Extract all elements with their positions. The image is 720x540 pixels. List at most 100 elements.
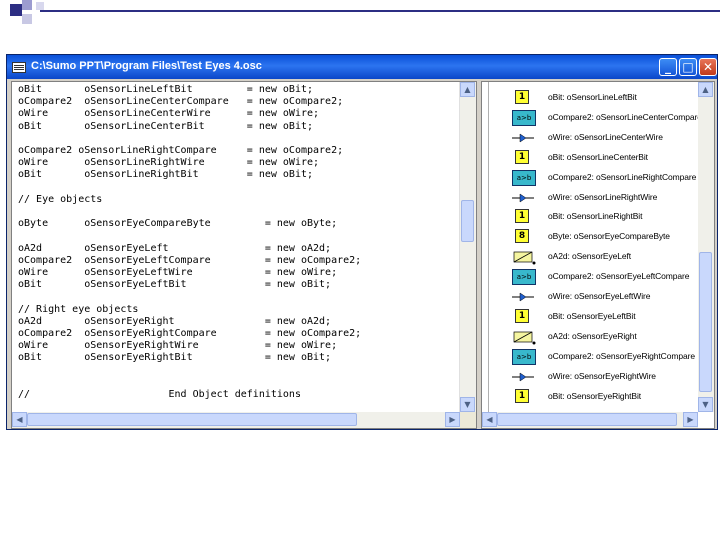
scroll-up-button[interactable]: ▲ (460, 82, 475, 97)
code-line[interactable]: oWire oSensorLineRightWire = new oWire; (18, 157, 361, 169)
minimize-button[interactable]: _ (659, 58, 677, 76)
code-line[interactable]: oCompare2 oSensorEyeLeftCompare = new oC… (18, 255, 361, 267)
object-label: oCompare2: oSensorEyeLeftCompare (548, 271, 690, 282)
scroll-left-button[interactable]: ◀ (12, 412, 27, 427)
object-row[interactable]: a>b oCompare2: oSensorEyeLeftCompare (482, 267, 702, 287)
object-label: oCompare2: oSensorLineCenterCompare (548, 111, 702, 122)
object-view[interactable]: 1 oBit: oSensorLineLeftBit a>b oCompare2: o… (481, 81, 715, 429)
a2d-icon (512, 329, 536, 345)
wire-icon (512, 190, 536, 206)
decor-square (10, 4, 22, 16)
code-line[interactable]: oWire oSensorLineCenterWire = new oWire; (18, 108, 361, 120)
scroll-down-button[interactable]: ▼ (698, 397, 713, 412)
object-row[interactable]: 1 oBit: oSensorEyeRightBit (482, 387, 702, 407)
wire-icon (512, 130, 536, 146)
object-row[interactable]: oWire: oSensorEyeLeftWire (482, 287, 702, 307)
object-label: oCompare2: oSensorEyeRightCompare (548, 350, 695, 361)
decor-square (22, 14, 32, 24)
bit-icon: 8 (515, 229, 529, 244)
object-row[interactable]: oA2d: oSensorEyeRight (482, 327, 702, 347)
code-line[interactable] (18, 182, 361, 194)
code-line[interactable]: // End Object definitions (18, 389, 361, 401)
scroll-thumb[interactable] (497, 413, 677, 426)
object-row[interactable]: oWire: oSensorLineCenterWire (482, 128, 702, 148)
code-line[interactable]: oBit oSensorLineRightBit = new oBit; (18, 169, 361, 181)
bit-icon: 1 (515, 388, 529, 403)
bit-icon: 1 (515, 149, 529, 164)
object-label: oWire: oSensorEyeRightWire (548, 370, 656, 381)
scroll-thumb[interactable] (699, 252, 712, 392)
code-line[interactable]: oWire oSensorEyeLeftWire = new oWire; (18, 267, 361, 279)
maximize-button[interactable]: □ (679, 58, 697, 76)
object-row[interactable]: a>b oCompare2: oSensorEyeRightCompare (482, 347, 702, 367)
scrollbar-corner (460, 412, 476, 428)
code-line[interactable]: oBit oSensorLineCenterBit = new oBit; (18, 121, 361, 133)
bit-icon: 1 (515, 90, 529, 104)
code-line[interactable]: oBit oSensorLineLeftBit = new oBit; (18, 84, 361, 96)
code-line[interactable]: oA2d oSensorEyeLeft = new oA2d; (18, 243, 361, 255)
object-row[interactable]: 1 oBit: oSensorLineLeftBit (482, 88, 702, 108)
code-line[interactable]: oByte oSensorEyeCompareByte = new oByte; (18, 218, 361, 230)
object-row[interactable]: a>b oCompare2: oSensorLineCenterCompare (482, 108, 702, 128)
code-editor[interactable]: oBit oSensorLineLeftBit = new oBit; oComp… (11, 81, 477, 429)
title-bar[interactable]: C:\Sumo PPT\Program Files\Test Eyes 4.os… (7, 55, 717, 79)
editor-window: C:\Sumo PPT\Program Files\Test Eyes 4.os… (6, 54, 718, 430)
code-line[interactable] (18, 206, 361, 218)
object-label: oBit: oSensorEyeRightBit (548, 390, 642, 401)
code-line[interactable] (18, 365, 361, 377)
object-label: oA2d: oSensorEyeRight (548, 330, 637, 341)
scroll-right-button[interactable]: ▶ (683, 412, 698, 427)
scroll-thumb[interactable] (27, 413, 357, 426)
code-line[interactable]: oCompare2 oSensorLineRightCompare = new … (18, 145, 361, 157)
object-row[interactable]: oA2d: oSensorEyeLeft (482, 247, 702, 267)
decor-line (40, 10, 720, 12)
object-label: oBit: oSensorEyeLeftBit (548, 310, 636, 321)
object-row[interactable]: oWire: oSensorEyeRightWire (482, 367, 702, 387)
object-label: oByte: oSensorEyeCompareByte (548, 231, 670, 242)
code-line[interactable] (18, 230, 361, 242)
object-label: oCompare2: oSensorLineRightCompare (548, 171, 697, 182)
bit-icon: 1 (515, 308, 529, 323)
scroll-down-button[interactable]: ▼ (460, 397, 475, 412)
close-button[interactable]: ✕ (699, 58, 717, 76)
code-line[interactable]: oCompare2 oSensorLineCenterCompare = new… (18, 96, 361, 108)
compare-icon: a>b (512, 269, 536, 286)
code-line[interactable]: oA2d oSensorEyeRight = new oA2d; (18, 316, 361, 328)
objects-vertical-scrollbar[interactable]: ▲ ▼ (698, 82, 714, 412)
code-line[interactable]: // Right eye objects (18, 304, 361, 316)
scroll-right-button[interactable]: ▶ (445, 412, 460, 427)
code-line[interactable]: oWire oSensorEyeRightWire = new oWire; (18, 340, 361, 352)
object-row[interactable]: 1 oBit: oSensorEyeLeftBit (482, 307, 702, 327)
compare-icon: a>b (512, 169, 536, 186)
scroll-left-button[interactable]: ◀ (482, 412, 497, 427)
object-row[interactable]: 8 oByte: oSensorEyeCompareByte (482, 227, 702, 247)
code-text[interactable]: oBit oSensorLineLeftBit = new oBit; oComp… (18, 84, 361, 401)
code-line[interactable] (18, 291, 361, 303)
window-title: C:\Sumo PPT\Program Files\Test Eyes 4.os… (31, 60, 262, 72)
objects-horizontal-scrollbar[interactable]: ◀ ▶ (482, 412, 698, 428)
code-line[interactable]: oCompare2 oSensorEyeRightCompare = new o… (18, 328, 361, 340)
code-line[interactable] (18, 377, 361, 389)
object-label: oBit: oSensorLineCenterBit (548, 151, 648, 162)
compare-icon: a>b (512, 348, 536, 365)
object-label: oBit: oSensorLineLeftBit (548, 92, 637, 102)
code-line[interactable] (18, 133, 361, 145)
wire-icon (512, 369, 536, 385)
object-row[interactable]: oWire: oSensorLineRightWire (482, 188, 702, 208)
code-line[interactable]: oBit oSensorEyeRightBit = new oBit; (18, 352, 361, 364)
scroll-up-button[interactable]: ▲ (698, 82, 713, 97)
scroll-thumb[interactable] (461, 200, 474, 242)
object-row[interactable]: a>b oCompare2: oSensorLineRightCompare (482, 168, 702, 188)
code-horizontal-scrollbar[interactable]: ◀ ▶ (12, 412, 460, 428)
a2d-icon (512, 249, 536, 265)
code-line[interactable]: // Eye objects (18, 194, 361, 206)
object-row[interactable]: 1 oBit: oSensorLineRightBit (482, 207, 702, 227)
slide-decoration (0, 0, 720, 40)
app-icon[interactable] (12, 62, 26, 73)
wire-icon (512, 289, 536, 305)
compare-icon: a>b (512, 109, 536, 126)
object-row[interactable]: 1 oBit: oSensorLineCenterBit (482, 148, 702, 168)
code-vertical-scrollbar[interactable]: ▲ ▼ (459, 82, 476, 412)
object-label: oWire: oSensorLineRightWire (548, 191, 658, 202)
code-line[interactable]: oBit oSensorEyeLeftBit = new oBit; (18, 279, 361, 291)
